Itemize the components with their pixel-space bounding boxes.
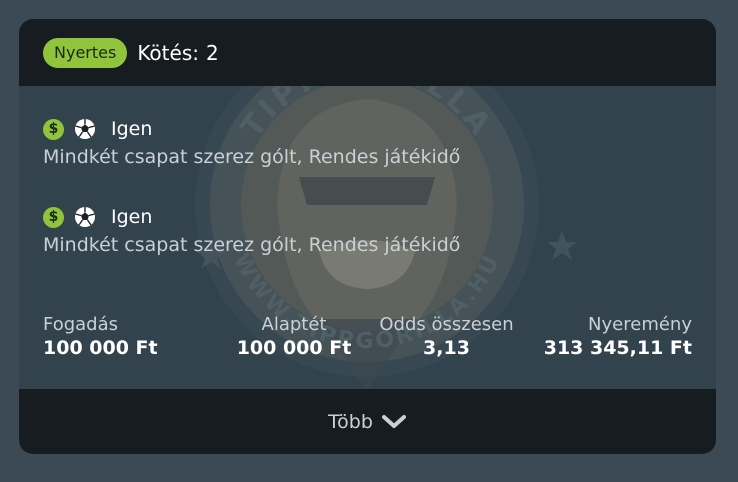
stat-total-odds: Odds összesen 3,13	[359, 314, 534, 359]
stat-stake: Fogadás 100 000 Ft	[43, 314, 158, 359]
stat-value: 313 345,11 Ft	[543, 337, 692, 359]
bet-count-value: 2	[205, 40, 219, 65]
more-button-label: Több	[328, 410, 373, 433]
selection-item: $ Igen Mindkét csapat szerez gólt, Rende…	[43, 115, 663, 168]
stat-value: 3,13	[423, 337, 470, 359]
bet-count-title: Kötés: 2	[137, 41, 218, 65]
card-footer: Több	[19, 389, 716, 454]
stat-label: Odds összesen	[379, 314, 514, 335]
selection-pick: Igen	[111, 206, 153, 228]
soccer-ball-icon	[75, 207, 95, 227]
bet-count-label: Kötés:	[137, 40, 199, 65]
selection-item: $ Igen Mindkét csapat szerez gólt, Rende…	[43, 203, 663, 256]
stat-value: 100 000 Ft	[43, 337, 158, 359]
stat-winnings: Nyeremény 313 345,11 Ft	[544, 314, 692, 359]
selection-market: Mindkét csapat szerez gólt, Rendes játék…	[43, 146, 461, 168]
dollar-icon: $	[43, 118, 64, 140]
chevron-down-icon	[381, 414, 406, 428]
card-header: Nyertes Kötés: 2	[19, 19, 716, 86]
soccer-ball-icon	[75, 119, 95, 139]
status-badge: Nyertes	[43, 37, 128, 68]
dollar-icon: $	[43, 206, 64, 228]
stat-label: Nyeremény	[588, 314, 692, 335]
selection-pick-row: $ Igen	[43, 203, 663, 231]
selection-pick: Igen	[111, 118, 153, 140]
more-button[interactable]: Több	[328, 411, 407, 433]
stat-label: Fogadás	[43, 314, 119, 335]
bet-card: TIPPGORILLA WWW.TIPPGORILLA.HU Nyertes K…	[19, 19, 716, 454]
selection-pick-row: $ Igen	[43, 115, 663, 143]
selection-market: Mindkét csapat szerez gólt, Rendes játék…	[43, 234, 461, 256]
